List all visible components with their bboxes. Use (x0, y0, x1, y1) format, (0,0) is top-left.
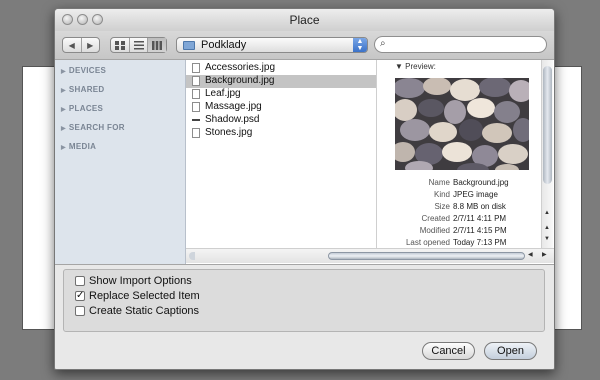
checkmark-icon[interactable]: ✓ (75, 291, 85, 301)
sidebar-section-shared[interactable]: ▶ SHARED (61, 85, 105, 94)
horizontal-scrollbar[interactable]: ◀ ▶ (186, 248, 554, 263)
jpg-file-icon (192, 128, 200, 138)
sidebar-section-places[interactable]: ▶ PLACES (61, 104, 103, 113)
scroll-right-arrow-icon[interactable]: ▶ (542, 251, 547, 258)
title-bar: Place (55, 9, 554, 32)
disclosure-triangle-icon: ▶ (61, 88, 66, 94)
file-row[interactable]: Massage.jpg (186, 101, 376, 114)
place-dialog: Place ◀ ▶ Podklady ▲ ▼ ⌕ ▶ DEVICES ▶ SHA… (54, 8, 555, 370)
checkbox-unchecked[interactable] (75, 306, 85, 316)
disclosure-down-icon: ▼ (395, 62, 406, 71)
toolbar: ◀ ▶ Podklady ▲ ▼ ⌕ (55, 31, 554, 59)
window-title: Place (289, 13, 320, 27)
folder-icon (183, 41, 195, 50)
file-column: Accessories.jpg Background.jpg Leaf.jpg … (186, 60, 377, 248)
file-browser: ▶ DEVICES ▶ SHARED ▶ PLACES ▶ SEARCH FOR ▶ ME… (55, 59, 554, 265)
forward-button[interactable]: ▶ (80, 38, 100, 52)
location-popup[interactable]: Podklady ▲ ▼ (176, 37, 368, 53)
vertical-scroll-thumb[interactable] (543, 66, 552, 184)
disclosure-triangle-icon: ▶ (61, 107, 66, 113)
jpg-file-icon (192, 76, 200, 86)
scroll-down-arrow-icon[interactable]: ▼ (544, 236, 550, 242)
jpg-file-icon (192, 63, 200, 73)
jpg-file-icon (192, 102, 200, 112)
sidebar-section-devices[interactable]: ▶ DEVICES (61, 66, 106, 75)
scroll-track-cap (189, 252, 195, 260)
preview-pane: ▼ Preview: Name Background.jpg Kind JPEG… (377, 60, 541, 248)
list-view-button[interactable] (128, 38, 148, 52)
sidebar-section-search-for[interactable]: ▶ SEARCH FOR (61, 123, 125, 132)
vertical-scrollbar[interactable]: ▲ ▲ ▼ (541, 60, 553, 248)
jpg-file-icon (192, 89, 200, 99)
column-view-button[interactable] (147, 38, 167, 52)
sidebar-section-media[interactable]: ▶ MEDIA (61, 142, 96, 151)
disclosure-triangle-icon: ▶ (61, 69, 66, 75)
options-panel: Show Import Options ✓ Replace Selected It… (63, 269, 545, 332)
cancel-button[interactable]: Cancel (422, 342, 475, 360)
file-row[interactable]: Leaf.jpg (186, 88, 376, 101)
scroll-up-arrow-icon[interactable]: ▲ (544, 225, 550, 231)
search-icon: ⌕ (380, 38, 386, 49)
horizontal-scroll-thumb[interactable] (328, 252, 525, 260)
file-row[interactable]: Shadow.psd (186, 114, 376, 127)
scroll-left-arrow-icon[interactable]: ◀ (528, 251, 533, 258)
disclosure-triangle-icon: ▶ (61, 126, 66, 132)
preview-thumbnail (395, 78, 529, 170)
popup-arrows-icon: ▲ ▼ (353, 38, 367, 52)
scroll-up-arrow-icon[interactable]: ▲ (544, 210, 550, 216)
preview-header[interactable]: ▼ Preview: (395, 62, 436, 71)
psd-file-icon (192, 119, 200, 121)
file-row[interactable]: Stones.jpg (186, 127, 376, 140)
disclosure-triangle-icon: ▶ (61, 145, 66, 151)
list-view-icon (133, 40, 144, 49)
sidebar: ▶ DEVICES ▶ SHARED ▶ PLACES ▶ SEARCH FOR ▶ ME… (55, 60, 186, 264)
view-mode-control (110, 37, 167, 53)
checkbox-unchecked[interactable] (75, 276, 85, 286)
file-row-selected[interactable]: Background.jpg (186, 75, 376, 88)
back-button[interactable]: ◀ (63, 38, 81, 52)
search-field[interactable]: ⌕ (374, 36, 547, 53)
icon-view-button[interactable] (111, 38, 129, 52)
file-row[interactable]: Accessories.jpg (186, 62, 376, 75)
back-forward-control: ◀ ▶ (62, 37, 100, 53)
column-view-icon (152, 40, 163, 50)
icon-view-icon (114, 40, 125, 50)
open-button[interactable]: Open (484, 342, 537, 360)
location-label: Podklady (201, 39, 247, 51)
